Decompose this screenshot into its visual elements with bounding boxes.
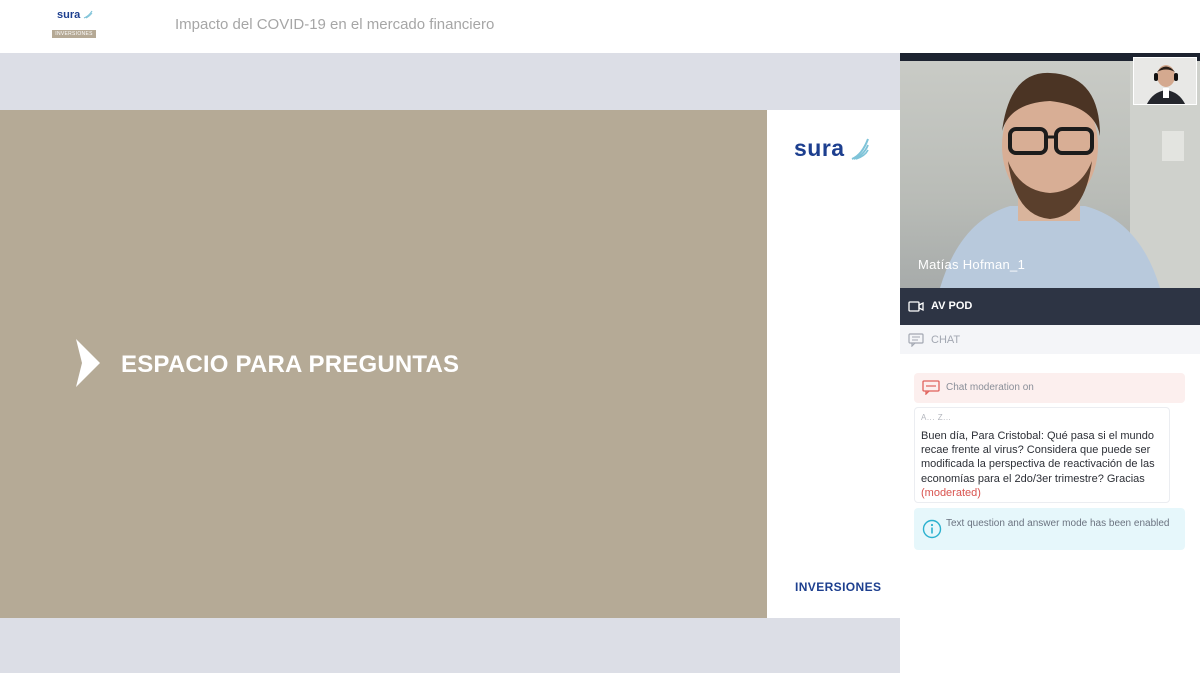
logo-tag: INVERSIONES: [52, 30, 96, 38]
slide-logo-word: sura: [794, 135, 845, 161]
slide-sura-logo: sura: [794, 135, 874, 167]
chat-label: CHAT: [931, 334, 961, 346]
info-notice-text: Text question and answer mode has been e…: [946, 518, 1170, 529]
right-panel: Matías Hofman_1 AV POD CHAT Chat moderat…: [900, 53, 1200, 673]
moderation-icon: [922, 380, 940, 395]
chat-header[interactable]: CHAT: [900, 325, 1200, 354]
slide-footer: INVERSIONES: [795, 580, 882, 594]
logo-word: sura: [57, 9, 81, 21]
moderation-notice-text: Chat moderation on: [946, 382, 1034, 393]
message-sender: A... Z...: [921, 413, 952, 422]
moderation-notice: Chat moderation on: [914, 373, 1185, 403]
presenter-video[interactable]: Matías Hofman_1: [900, 53, 1200, 288]
chevron-right-icon: [76, 339, 100, 387]
self-view-figure: [1146, 65, 1186, 104]
self-view-thumbnail[interactable]: [1133, 57, 1197, 105]
logo-wing-icon: [851, 138, 869, 160]
av-pod-header[interactable]: AV POD: [900, 288, 1200, 325]
page-title: Impacto del COVID-19 en el mercado finan…: [175, 16, 495, 33]
av-pod-label: AV POD: [931, 300, 973, 312]
info-notice: Text question and answer mode has been e…: [914, 508, 1185, 550]
logo-wing-icon: [83, 10, 93, 19]
message-status: (moderated): [921, 486, 981, 499]
presenter-name: Matías Hofman_1: [918, 257, 1026, 272]
slide-content-area: ESPACIO PARA PREGUNTAS: [0, 110, 767, 618]
presentation-stage: ESPACIO PARA PREGUNTAS sura INVERSIONES: [0, 53, 900, 673]
chat-message: A... Z... Buen día, Para Cristobal: Qué …: [914, 407, 1170, 503]
message-text: Buen día, Para Cristobal: Qué pasa si el…: [921, 430, 1155, 485]
slide: ESPACIO PARA PREGUNTAS sura INVERSIONES: [0, 110, 900, 618]
slide-heading: ESPACIO PARA PREGUNTAS: [121, 351, 460, 378]
chat-icon: [908, 333, 924, 347]
video-camera-icon: [908, 301, 924, 312]
top-bar: sura INVERSIONES Impacto del COVID-19 en…: [0, 0, 1200, 53]
sura-logo: sura INVERSIONES: [52, 9, 96, 39]
info-icon: [922, 519, 942, 539]
message-body: Buen día, Para Cristobal: Qué pasa si el…: [921, 429, 1171, 500]
